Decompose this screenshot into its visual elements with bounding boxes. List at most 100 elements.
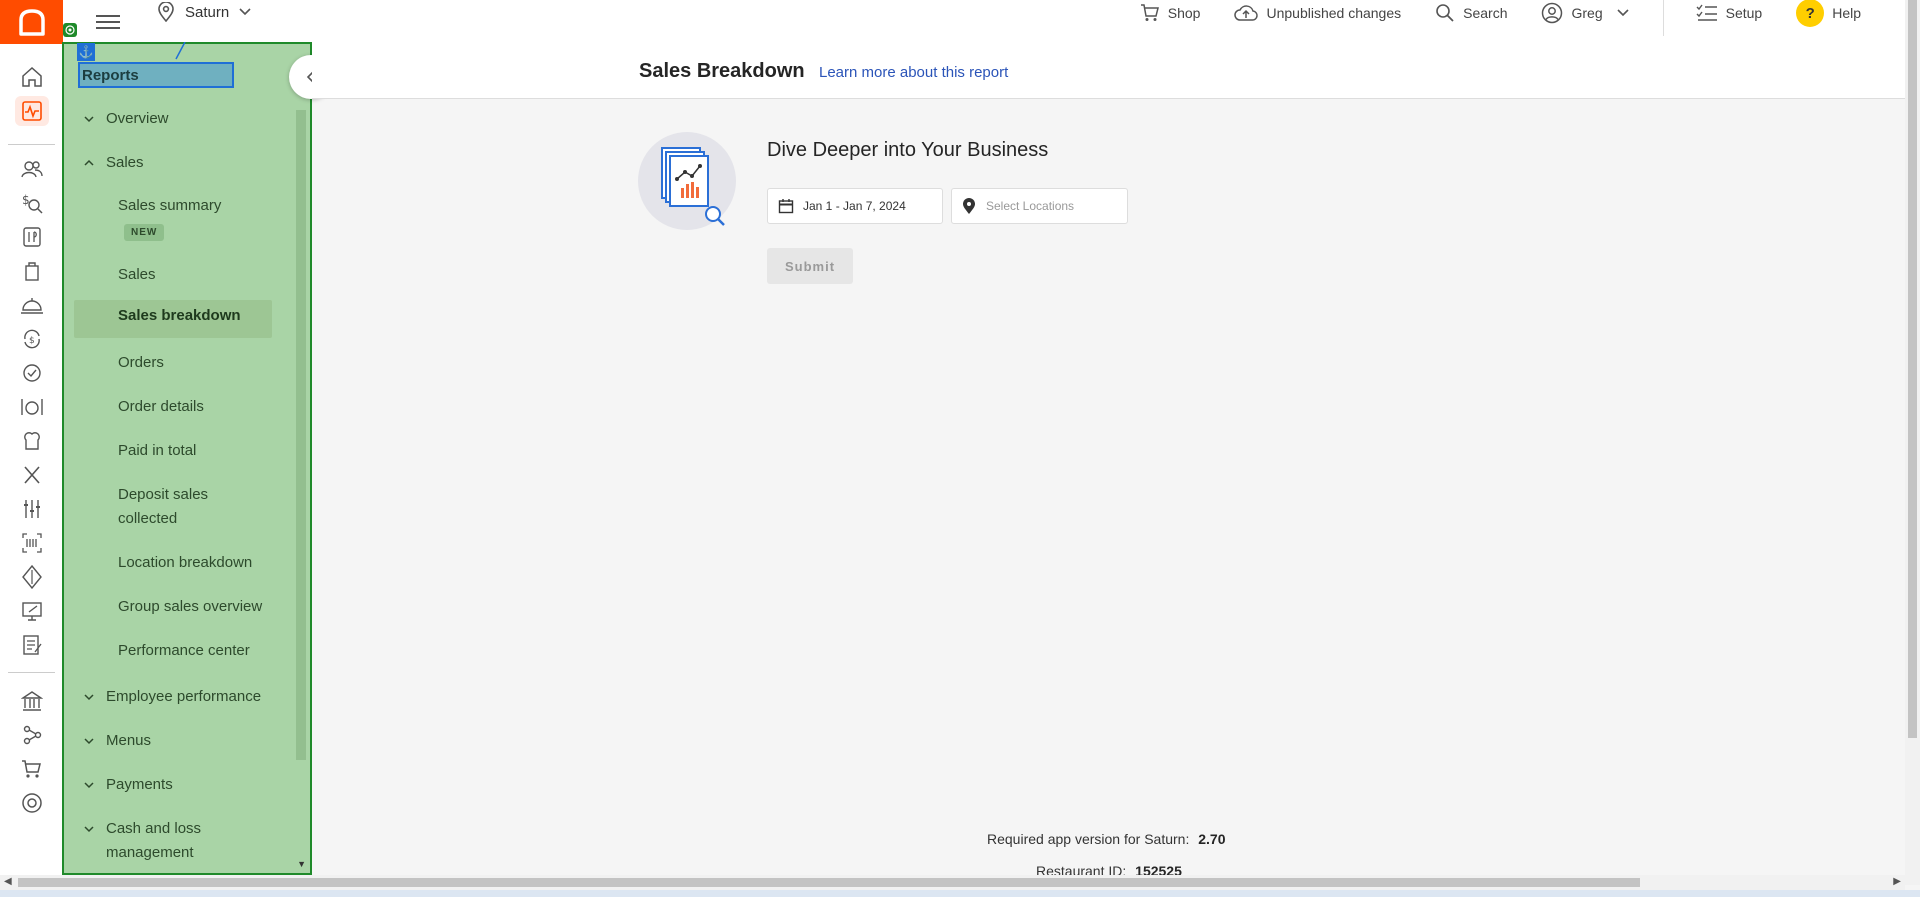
- nav-item-label: Location breakdown: [118, 554, 253, 571]
- menus-icon[interactable]: [19, 224, 45, 250]
- nav-item-label: management: [106, 844, 194, 861]
- chevron-up-icon: [84, 159, 94, 166]
- location-search-input[interactable]: [984, 198, 1108, 214]
- nav-item-deposit-sales[interactable]: Deposit sales collected: [64, 483, 298, 531]
- cloud-upload-icon: [1234, 5, 1259, 21]
- top-bar: Saturn Shop Unpublished changes Search G…: [0, 0, 1905, 45]
- report-document-icon: [661, 147, 725, 226]
- app-version-line: Required app version for Saturn: 2.70: [987, 831, 1225, 847]
- nav-item-label: Order details: [118, 398, 204, 415]
- diamond-icon[interactable]: [19, 564, 45, 590]
- date-range-picker[interactable]: Jan 1 - Jan 7, 2024: [767, 188, 943, 224]
- user-name: Greg: [1571, 5, 1603, 21]
- cart-icon[interactable]: [19, 756, 45, 782]
- rail-divider: [8, 672, 55, 673]
- integrations-icon[interactable]: [19, 462, 45, 488]
- nav-item-sales-breakdown[interactable]: Sales breakdown: [74, 300, 272, 338]
- display-icon[interactable]: [19, 598, 45, 624]
- date-range-value: Jan 1 - Jan 7, 2024: [803, 199, 906, 213]
- nav-item-menus[interactable]: Menus: [64, 732, 298, 754]
- nav-title[interactable]: Reports: [78, 62, 234, 88]
- horizontal-scrollbar[interactable]: ◀ ▶: [0, 875, 1905, 890]
- nav-item-location-breakdown[interactable]: Location breakdown: [64, 551, 298, 575]
- menu-icon[interactable]: [96, 11, 120, 31]
- app-version-value: 2.70: [1198, 831, 1226, 847]
- nav-item-label: Sales: [106, 154, 144, 171]
- submit-button[interactable]: Submit: [767, 248, 853, 284]
- nav-item-paid-in-total[interactable]: Paid in total: [64, 439, 298, 463]
- chevron-down-icon: [84, 694, 94, 701]
- page-header: Sales Breakdown Learn more about this re…: [312, 44, 1905, 99]
- location-select[interactable]: [951, 188, 1128, 224]
- nav-item-orders[interactable]: Orders: [64, 351, 298, 375]
- kitchen-icon[interactable]: [19, 428, 45, 454]
- user-menu[interactable]: Greg: [1541, 2, 1629, 24]
- vertical-scrollbar[interactable]: [1905, 0, 1920, 885]
- location-selector[interactable]: Saturn: [157, 0, 251, 24]
- search-button[interactable]: Search: [1435, 3, 1507, 23]
- unpublished-label: Unpublished changes: [1266, 5, 1402, 21]
- calendar-icon: [778, 199, 794, 214]
- logo-icon: [18, 9, 45, 36]
- shop-label: Shop: [1167, 5, 1201, 21]
- reports-icon[interactable]: [15, 96, 49, 126]
- home-icon[interactable]: [19, 64, 45, 90]
- nav-item-label: Group sales overview: [118, 598, 263, 615]
- scroll-down-arrow-icon[interactable]: ▼: [297, 859, 306, 869]
- top-actions: Shop Unpublished changes Search Greg Set…: [1140, 0, 1905, 36]
- nav-item-cash-and-loss[interactable]: Cash and loss management: [64, 820, 298, 866]
- help-button[interactable]: ? Help: [1796, 0, 1861, 27]
- location-pin-icon: [158, 2, 174, 22]
- shop-button[interactable]: Shop: [1140, 4, 1201, 22]
- page-title: Sales Breakdown: [639, 60, 805, 82]
- nav-item-label: Sales summary: [118, 197, 222, 214]
- nav-item-label: Employee performance: [106, 688, 262, 705]
- nav-item-order-details[interactable]: Order details: [64, 395, 298, 419]
- nav-item-label: Deposit sales: [118, 486, 209, 503]
- cart-icon: [1140, 4, 1159, 21]
- unpublished-changes-button[interactable]: Unpublished changes: [1234, 4, 1401, 22]
- scroll-right-arrow-icon[interactable]: ▶: [1893, 876, 1901, 887]
- service-icon[interactable]: [19, 292, 45, 318]
- learn-more-link[interactable]: Learn more about this report: [819, 64, 1008, 81]
- nav-item-sales-summary[interactable]: Sales summary NEW: [64, 194, 298, 246]
- nav-item-sales[interactable]: Sales: [64, 263, 298, 287]
- scroll-left-arrow-icon[interactable]: ◀: [4, 876, 12, 887]
- inventory-icon[interactable]: [19, 258, 45, 284]
- hero-title: Dive Deeper into Your Business: [767, 139, 1049, 161]
- nav-item-sales-group[interactable]: Sales: [64, 154, 298, 176]
- chevron-down-icon: [84, 782, 94, 789]
- nav-item-employee-performance[interactable]: Employee performance: [64, 688, 298, 710]
- reports-nav-panel: Reports Overview Sales Sales summary NEW…: [62, 42, 312, 875]
- setup-button[interactable]: Setup: [1696, 4, 1762, 22]
- scrollbar-thumb[interactable]: [18, 878, 1640, 887]
- network-icon[interactable]: [19, 722, 45, 748]
- payroll-icon[interactable]: $: [19, 326, 45, 352]
- marketing-icon[interactable]: $: [19, 190, 45, 216]
- chevron-down-icon: [239, 8, 251, 16]
- chevron-down-icon: [84, 116, 94, 123]
- settings-icon[interactable]: [19, 496, 45, 522]
- search-icon: [1436, 4, 1454, 22]
- location-name: Saturn: [185, 3, 230, 21]
- toast-logo[interactable]: [0, 0, 63, 44]
- nav-item-overview[interactable]: Overview: [64, 110, 298, 132]
- nav-item-label: Sales breakdown: [118, 307, 241, 324]
- nav-item-group-sales-overview[interactable]: Group sales overview: [64, 595, 298, 619]
- svg-text:$: $: [29, 336, 35, 346]
- bank-icon[interactable]: [19, 688, 45, 714]
- nav-item-payments[interactable]: Payments: [64, 776, 298, 798]
- help-label: Help: [1832, 5, 1861, 21]
- nav-item-label: Payments: [106, 776, 173, 793]
- circle-icon[interactable]: [19, 790, 45, 816]
- nav-item-performance-center[interactable]: Performance center: [64, 639, 298, 663]
- barcode-icon[interactable]: [19, 530, 45, 556]
- restaurant-icon[interactable]: [19, 394, 45, 420]
- rail-divider: [8, 144, 55, 145]
- app-version-label: Required app version for Saturn:: [987, 831, 1190, 847]
- nav-scrollbar[interactable]: [296, 110, 306, 760]
- loyalty-icon[interactable]: [19, 360, 45, 386]
- guests-icon[interactable]: [19, 156, 45, 182]
- scrollbar-thumb[interactable]: [1908, 0, 1917, 738]
- notes-icon[interactable]: [19, 632, 45, 658]
